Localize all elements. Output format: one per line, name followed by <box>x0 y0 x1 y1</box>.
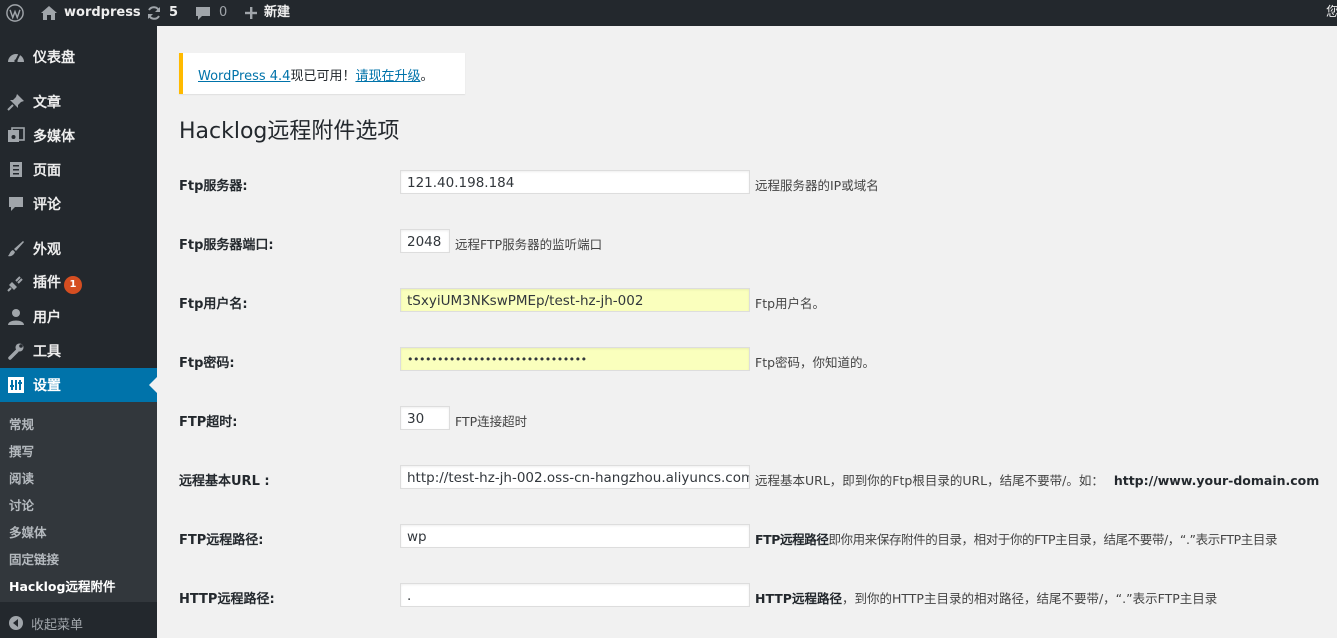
submenu-item-discussion[interactable]: 讨论 <box>9 495 34 514</box>
sidebar-item-dashboard[interactable]: 仪表盘 <box>0 40 157 74</box>
http-remote-path-desc-bold: HTTP远程路径 <box>755 591 842 606</box>
http-remote-path-label: HTTP远程路径: <box>179 592 275 607</box>
http-remote-path-input[interactable]: . <box>400 583 750 607</box>
ftp-port-desc: 远程FTP服务器的监听端口 <box>455 237 603 252</box>
notice-text: WordPress 4.4现已可用！请现在升级。 <box>198 65 433 84</box>
new-label: 新建 <box>264 5 291 20</box>
plugins-label: 插件 <box>33 275 61 291</box>
remote-url-label: 远程基本URL : <box>179 474 270 489</box>
sidebar-item-label: 工具 <box>33 344 61 360</box>
ftp-remote-path-desc-bold: FTP远程路径 <box>755 532 829 547</box>
sidebar-item-label: 页面 <box>33 163 61 179</box>
account-greeting: 您 <box>1326 5 1337 20</box>
pin-icon <box>7 93 25 111</box>
page-title: Hacklog远程附件选项 <box>179 119 400 144</box>
collapse-arrow-icon <box>9 616 23 630</box>
ftp-server-input[interactable]: 121.40.198.184 <box>400 170 750 194</box>
notice-end: 。 <box>420 69 434 84</box>
submenu-item-writing[interactable]: 撰写 <box>9 441 34 460</box>
sidebar-item-comments[interactable]: 评论 <box>0 187 157 221</box>
update-count-badge: 1 <box>64 276 82 294</box>
sidebar-item-label: 用户 <box>33 310 61 326</box>
new-content-link[interactable]: 新建 <box>245 0 290 26</box>
site-name: wordpress <box>64 5 141 20</box>
refresh-icon <box>146 5 162 21</box>
page-icon <box>7 161 25 179</box>
ftp-remote-path-label: FTP远程路径: <box>179 533 264 548</box>
sidebar-item-label: 多媒体 <box>33 129 75 145</box>
ftp-timeout-input[interactable]: 30 <box>400 406 450 430</box>
admin-sidebar: 仪表盘 文章 多媒体 页面 评论 外观 插件 1 用户 工具 设置 常规 撰写 阅… <box>0 26 157 638</box>
sidebar-item-users[interactable]: 用户 <box>0 300 157 334</box>
ftp-remote-path-desc-text: 即你用来保存附件的目录，相对于你的FTP主目录，结尾不要带/，“.”表示FTP主… <box>828 532 1278 547</box>
update-notice: WordPress 4.4现已可用！请现在升级。 <box>179 53 465 94</box>
sidebar-item-label: 设置 <box>33 378 61 394</box>
sidebar-item-label: 插件 1 <box>33 272 82 294</box>
updates-count: 5 <box>169 5 179 20</box>
ftp-password-input[interactable]: •••••••••••••••••••••••••••••• <box>400 347 750 371</box>
http-remote-path-desc: HTTP远程路径，到你的HTTP主目录的相对路径，结尾不要带/，“.”表示FTP… <box>755 588 1217 607</box>
dashboard-icon <box>7 48 25 66</box>
ftp-password-desc: Ftp密码，你知道的。 <box>755 355 876 370</box>
wrench-icon <box>7 342 25 360</box>
media-icon <box>7 127 25 145</box>
sidebar-item-appearance[interactable]: 外观 <box>0 232 157 266</box>
sidebar-item-tools[interactable]: 工具 <box>0 334 157 368</box>
remote-url-example: http://www.your-domain.com <box>1113 473 1320 488</box>
ftp-username-desc: Ftp用户名。 <box>755 296 826 311</box>
sidebar-item-label: 仪表盘 <box>33 50 75 66</box>
brush-icon <box>7 240 25 258</box>
plugin-icon <box>7 274 25 292</box>
sidebar-item-label: 外观 <box>33 242 61 258</box>
sidebar-item-plugins[interactable]: 插件 1 <box>0 266 157 300</box>
my-account-link[interactable]: 您 <box>1326 0 1337 26</box>
wordpress-version-link[interactable]: WordPress 4.4 <box>198 69 290 84</box>
ftp-server-label: Ftp服务器: <box>179 179 248 194</box>
comments-count: 0 <box>219 5 228 20</box>
settings-submenu: 常规 撰写 阅读 讨论 多媒体 固定链接 Hacklog远程附件 <box>0 402 157 602</box>
sidebar-item-label: 评论 <box>33 197 61 213</box>
remote-url-input[interactable]: http://test-hz-jh-002.oss-cn-hangzhou.al… <box>400 465 750 489</box>
comment-icon <box>7 195 25 213</box>
ftp-username-input[interactable]: tSxyiUM3NKswPMEp/test-hz-jh-002 <box>400 288 750 312</box>
http-remote-path-desc-text: ，到你的HTTP主目录的相对路径，结尾不要带/，“.”表示FTP主目录 <box>841 591 1218 606</box>
comment-bubble-icon <box>195 6 211 21</box>
collapse-menu-button[interactable]: 收起菜单 <box>0 608 157 638</box>
user-icon <box>7 308 25 326</box>
ftp-remote-path-input[interactable]: wp <box>400 524 750 548</box>
ftp-timeout-label: FTP超时: <box>179 415 238 430</box>
submenu-item-permalinks[interactable]: 固定链接 <box>9 549 59 568</box>
ftp-password-label: Ftp密码: <box>179 356 235 371</box>
ftp-timeout-desc: FTP连接超时 <box>455 414 528 429</box>
updates-link[interactable]: 5 <box>146 0 178 26</box>
home-icon <box>41 6 57 20</box>
ftp-port-label: Ftp服务器端口: <box>179 238 274 253</box>
sidebar-item-label: 文章 <box>33 95 61 111</box>
ftp-username-label: Ftp用户名: <box>179 297 248 312</box>
plus-icon <box>245 7 257 19</box>
remote-url-desc: 远程基本URL，即到你的Ftp根目录的URL，结尾不要带/。如： http://… <box>755 470 1319 489</box>
ftp-port-input[interactable]: 2048 <box>400 229 450 253</box>
submenu-item-hacklog[interactable]: Hacklog远程附件 <box>9 576 115 595</box>
window-scrollbar[interactable] <box>1325 26 1337 638</box>
comments-link[interactable]: 0 <box>195 0 227 26</box>
wordpress-logo-icon[interactable] <box>6 0 24 26</box>
notice-available-text: 现已可用！ <box>290 69 356 84</box>
admin-bar: wordpress 5 0 新建 您 <box>0 0 1337 26</box>
sidebar-item-pages[interactable]: 页面 <box>0 153 157 187</box>
collapse-label: 收起菜单 <box>31 617 84 633</box>
sidebar-item-posts[interactable]: 文章 <box>0 85 157 119</box>
submenu-item-media[interactable]: 多媒体 <box>9 522 47 541</box>
sidebar-item-settings[interactable]: 设置 <box>0 368 157 402</box>
ftp-server-desc: 远程服务器的IP或域名 <box>755 178 879 193</box>
submenu-item-reading[interactable]: 阅读 <box>9 468 34 487</box>
upgrade-now-link[interactable]: 请现在升级 <box>355 69 420 84</box>
remote-url-desc-text: 远程基本URL，即到你的Ftp根目录的URL，结尾不要带/。如： <box>755 473 1104 488</box>
settings-icon <box>7 376 25 394</box>
site-name-link[interactable]: wordpress <box>41 0 141 26</box>
submenu-item-general[interactable]: 常规 <box>9 414 34 433</box>
ftp-remote-path-desc: FTP远程路径即你用来保存附件的目录，相对于你的FTP主目录，结尾不要带/，“.… <box>755 529 1277 548</box>
sidebar-item-media[interactable]: 多媒体 <box>0 119 157 153</box>
